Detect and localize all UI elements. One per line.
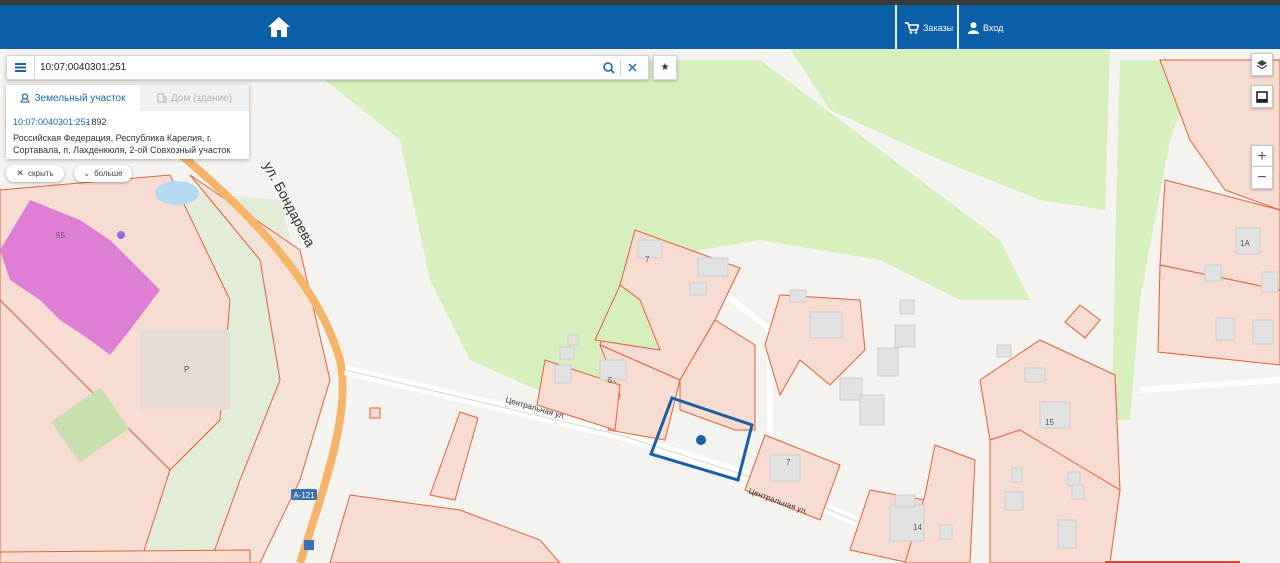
info-tabs: Земельный участок Дом (здание) [6,85,249,111]
building-icon [157,93,167,103]
user-icon [968,22,979,34]
search-divider [620,60,621,75]
selected-parcel-marker [696,435,706,445]
search-icon[interactable] [600,59,618,76]
svg-text:15: 15 [1045,418,1054,427]
svg-text:7: 7 [645,255,650,264]
svg-text:55: 55 [56,231,65,240]
close-icon: ✕ [16,168,24,178]
hamburger-icon [15,63,26,72]
home-icon[interactable] [266,15,292,39]
tab-building[interactable]: Дом (здание) [140,85,249,111]
login-button[interactable]: Вход [968,19,1003,37]
tab-land-label: Земельный участок [34,92,126,104]
favorite-button[interactable]: ★ [653,55,677,80]
orders-label: Заказы [923,23,954,33]
parcel-address: Российская Федерация, Республика Карелия… [13,133,231,155]
star-icon: ★ [660,62,670,73]
zoom-in-label: + [1257,147,1267,165]
svg-text:7: 7 [786,458,791,467]
poi-icon [117,231,125,239]
cart-icon [905,22,919,34]
search-bar [6,55,649,80]
road-code: А-121 [293,491,315,500]
header-bar: Заказы Вход [0,5,1280,49]
menu-button[interactable] [7,56,35,79]
bus-stop-icon [304,540,314,550]
login-label: Вход [983,23,1004,33]
search-input[interactable] [40,58,590,77]
land-icon [20,93,31,103]
chevron-down-icon: ⌄ [83,169,91,178]
header-divider [895,5,897,49]
orders-button[interactable]: Заказы [905,19,953,37]
zoom-out-button[interactable]: − [1251,166,1273,189]
parcel-id-link[interactable]: 10:07:0040301:251 [13,117,91,127]
zoom-in-button[interactable]: + [1251,145,1273,168]
clear-icon[interactable] [623,59,641,76]
tab-building-label: Дом (здание) [170,92,233,104]
hide-label: скрыть [28,169,54,178]
layers-icon [1256,59,1268,69]
layers-button[interactable] [1251,53,1273,76]
svg-text:P: P [184,365,189,374]
pond [155,181,199,205]
basemap-button[interactable] [1251,85,1273,108]
zoom-out-label: − [1257,168,1267,186]
svg-text:1А: 1А [1240,239,1250,248]
parcel-area: - 892 [86,117,107,127]
svg-text:14: 14 [913,523,922,532]
more-button[interactable]: ⌄ больше [74,165,132,182]
header-divider [957,5,959,49]
hide-button[interactable]: ✕ скрыть [6,165,64,182]
parcel-info-card: Земельный участок Дом (здание) 10:07:004… [6,85,249,159]
more-label: больше [94,169,123,178]
tab-land-parcel[interactable]: Земельный участок [6,85,140,111]
basemap-icon [1256,90,1268,103]
svg-text:5: 5 [608,376,613,385]
